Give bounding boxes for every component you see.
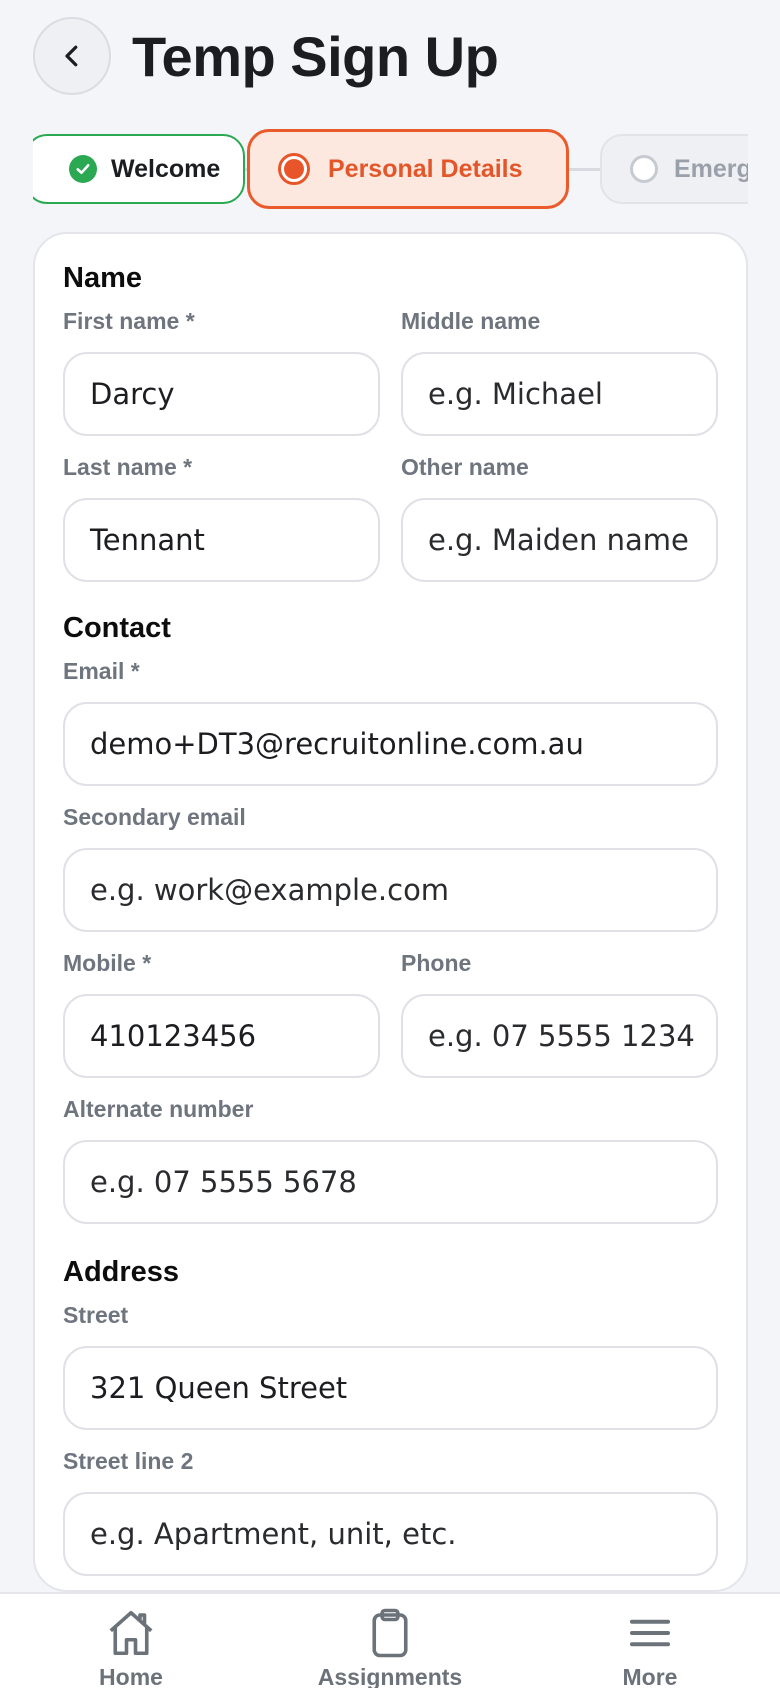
mobile-label: Mobile *	[63, 950, 152, 976]
chevron-left-icon	[65, 45, 78, 67]
home-icon	[109, 1610, 153, 1656]
middle-name-label: Middle name	[401, 308, 541, 334]
bottom-navigation: Home Assignments More	[0, 1592, 780, 1688]
header: Temp Sign Up	[0, 0, 780, 120]
other-name-label: Other name	[401, 454, 529, 480]
clipboard-icon	[372, 1608, 408, 1658]
personal-details-form: Name First name * Middle name Darcy e.g.…	[33, 232, 748, 1592]
step-emergency[interactable]: Emerg	[600, 134, 748, 204]
phone-field[interactable]: e.g. 07 5555 1234	[401, 994, 718, 1078]
step-label: Emerg	[674, 154, 748, 183]
step-welcome[interactable]: Welcome	[33, 134, 245, 204]
nav-label: Assignments	[317, 1664, 463, 1688]
nav-label: More	[622, 1664, 678, 1688]
street-line-2-label: Street line 2	[63, 1448, 194, 1474]
step-label: Personal Details	[328, 154, 523, 183]
back-button[interactable]	[33, 17, 111, 95]
other-name-field[interactable]: e.g. Maiden name	[401, 498, 718, 582]
nav-more[interactable]: More	[608, 1606, 692, 1688]
phone-label: Phone	[401, 950, 472, 976]
mobile-field[interactable]: 410123456	[63, 994, 380, 1078]
last-name-field[interactable]: Tennant	[63, 498, 380, 582]
step-personal-details[interactable]: Personal Details	[247, 129, 569, 209]
street-field[interactable]: 321 Queen Street	[63, 1346, 718, 1430]
step-label: Welcome	[111, 154, 221, 183]
first-name-label: First name *	[63, 308, 195, 334]
email-field[interactable]: demo+DT3@recruitonline.com.au	[63, 702, 718, 786]
alternate-number-field[interactable]: e.g. 07 5555 5678	[63, 1140, 718, 1224]
radio-active-icon	[278, 153, 310, 185]
first-name-field[interactable]: Darcy	[63, 352, 380, 436]
middle-name-field[interactable]: e.g. Michael	[401, 352, 718, 436]
nav-assignments[interactable]: Assignments	[304, 1606, 476, 1688]
secondary-email-field[interactable]: e.g. work@example.com	[63, 848, 718, 932]
street-line-2-field[interactable]: e.g. Apartment, unit, etc.	[63, 1492, 718, 1576]
section-title-name: Name	[63, 262, 142, 294]
alternate-number-label: Alternate number	[63, 1096, 254, 1122]
menu-icon	[629, 1619, 671, 1647]
check-circle-icon	[69, 155, 97, 183]
section-title-contact: Contact	[63, 612, 171, 644]
page-title: Temp Sign Up	[132, 25, 499, 88]
street-label: Street	[63, 1302, 129, 1328]
progress-stepper: Welcome Personal Details Emerg	[33, 128, 748, 210]
last-name-label: Last name *	[63, 454, 193, 480]
email-label: Email *	[63, 658, 140, 684]
nav-home[interactable]: Home	[89, 1606, 173, 1688]
secondary-email-label: Secondary email	[63, 804, 246, 830]
section-title-address: Address	[63, 1256, 180, 1288]
nav-label: Home	[99, 1664, 163, 1688]
radio-empty-icon	[630, 155, 658, 183]
